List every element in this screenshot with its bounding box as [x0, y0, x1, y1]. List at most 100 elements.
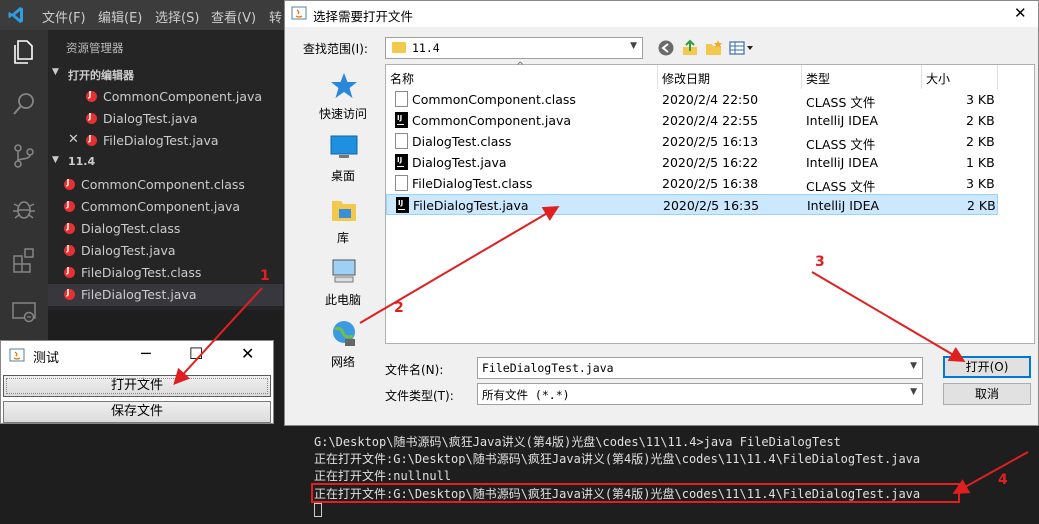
file-row-selected[interactable]: FileDialogTest.java 2020/2/5 16:35 Intelli…: [386, 194, 998, 215]
java-logo-icon: [9, 348, 25, 362]
file-date: 2020/2/4 22:50: [662, 92, 759, 107]
file-row[interactable]: DialogTest.class 2020/2/5 16:13 CLASS 文件 2 …: [386, 131, 998, 152]
file-type: CLASS 文件: [806, 137, 876, 152]
place-quick-access[interactable]: 快速访问: [303, 67, 383, 127]
folder-file-item[interactable]: DialogTest.class: [48, 218, 283, 240]
test-window: 测试 ─ ☐ ✕ 打开文件 保存文件: [0, 340, 274, 424]
folder-file-item[interactable]: DialogTest.java: [48, 240, 283, 262]
terminal-line: 正在打开文件:G:\Desktop\随书源码\疯狂Java讲义(第4版)光盘\c…: [314, 452, 921, 466]
new-folder-icon[interactable]: [705, 39, 723, 57]
close-icon[interactable]: ✕: [68, 132, 79, 147]
java-file-icon: [64, 288, 75, 300]
terminal-cursor: [314, 503, 322, 517]
open-editor-item[interactable]: CommonComponent.java: [48, 86, 283, 108]
file-type: IntelliJ IDEA: [806, 113, 879, 128]
place-this-pc[interactable]: 此电脑: [303, 253, 383, 313]
place-network[interactable]: 网络: [303, 315, 383, 375]
file-row[interactable]: CommonComponent.java 2020/2/4 22:55 Intell…: [386, 110, 998, 131]
file-row[interactable]: DialogTest.java 2020/2/5 16:22 IntelliJ ID…: [386, 152, 998, 173]
java-logo-icon: [291, 6, 307, 20]
file-type: CLASS 文件: [806, 179, 876, 194]
folder-icon: [392, 42, 406, 53]
folder-file-item-selected[interactable]: FileDialogTest.java: [48, 284, 283, 306]
file-list[interactable]: 名称 ^ 修改日期 类型 大小 CommonComponent.class 202…: [385, 61, 1035, 344]
chevron-down-icon: ▼: [52, 67, 59, 77]
filetype-select[interactable]: 所有文件 (*.*) ▼: [477, 383, 923, 405]
menu-selection[interactable]: 选择(S): [155, 7, 199, 26]
annotation-number-4: 4: [998, 472, 1008, 488]
column-header-size[interactable]: 大小: [922, 65, 998, 89]
folder-header[interactable]: ▼ 11.4: [48, 152, 283, 172]
computer-icon: [332, 259, 356, 283]
file-name: FileDialogTest.java: [413, 198, 529, 213]
places-bar: 快速访问 桌面 库 此电脑 网络: [303, 63, 383, 383]
file-name: CommonComponent.class: [412, 92, 576, 107]
file-row[interactable]: FileDialogTest.class 2020/2/5 16:38 CLASS …: [386, 173, 998, 194]
save-file-button[interactable]: 保存文件: [3, 401, 271, 423]
filename-label: 文件名(N):: [385, 363, 444, 377]
terminal-panel[interactable]: G:\Desktop\随书源码\疯狂Java讲义(第4版)光盘\codes\11…: [300, 428, 1039, 524]
cancel-button[interactable]: 取消: [943, 383, 1031, 405]
activity-bar: [0, 30, 48, 340]
look-in-label: 查找范围(I):: [303, 42, 368, 56]
folder-file-item[interactable]: FileDialogTest.class: [48, 262, 283, 284]
library-icon: [332, 201, 356, 221]
source-control-icon[interactable]: [10, 142, 38, 170]
close-icon[interactable]: ✕: [241, 344, 254, 363]
annotation-number-1: 1: [260, 268, 270, 284]
file-size: 3 KB: [966, 176, 995, 191]
up-folder-icon[interactable]: [681, 39, 699, 57]
explorer-title: 资源管理器: [66, 41, 124, 55]
close-icon[interactable]: ✕: [1014, 4, 1027, 22]
file-date: 2020/2/5 16:35: [663, 198, 760, 213]
menu-view[interactable]: 查看(V): [211, 7, 256, 26]
terminal-line: 正在打开文件:nullnull: [314, 469, 452, 483]
open-editor-item[interactable]: DialogTest.java: [48, 108, 283, 130]
minimize-icon[interactable]: ─: [141, 344, 151, 363]
open-button[interactable]: 打开(O): [943, 356, 1031, 378]
star-icon: [331, 73, 357, 98]
java-file-icon: [64, 200, 75, 212]
back-icon[interactable]: [657, 39, 675, 57]
annotation-number-3: 3: [815, 254, 825, 270]
menu-edit[interactable]: 编辑(E): [98, 7, 142, 26]
java-file-icon: [64, 266, 75, 278]
intellij-file-icon: [395, 154, 408, 170]
file-date: 2020/2/5 16:38: [662, 176, 759, 191]
remote-explorer-icon[interactable]: [10, 298, 38, 326]
view-menu-icon[interactable]: [729, 39, 755, 57]
place-desktop[interactable]: 桌面: [303, 129, 383, 189]
open-file-button[interactable]: 打开文件: [3, 375, 271, 397]
file-date: 2020/2/4 22:55: [662, 113, 759, 128]
explorer-icon[interactable]: [10, 38, 38, 66]
filename-input[interactable]: FileDialogTest.java ▼: [477, 357, 923, 379]
file-name: DialogTest.java: [412, 155, 507, 170]
java-file-icon: [86, 134, 97, 146]
place-library[interactable]: 库: [303, 191, 383, 251]
search-icon[interactable]: [10, 90, 38, 118]
look-in-select[interactable]: 11.4 ▼: [385, 37, 643, 59]
java-file-icon: [64, 178, 75, 190]
column-header-date[interactable]: 修改日期: [658, 65, 802, 89]
debug-icon[interactable]: [10, 194, 38, 222]
file-size: 2 KB: [966, 113, 995, 128]
folder-file-item[interactable]: CommonComponent.java: [48, 196, 283, 218]
file-size: 1 KB: [966, 155, 995, 170]
open-editor-item-active[interactable]: ✕ FileDialogTest.java: [48, 130, 283, 152]
dialog-titlebar: 选择需要打开文件 ✕: [285, 1, 1038, 27]
class-file-icon: [395, 91, 408, 107]
open-editors-header[interactable]: ▼ 打开的编辑器: [48, 64, 283, 84]
file-date: 2020/2/5 16:13: [662, 134, 759, 149]
folder-file-item[interactable]: CommonComponent.class: [48, 174, 283, 196]
extensions-icon[interactable]: [10, 246, 38, 274]
menu-go[interactable]: 转: [269, 7, 282, 26]
column-header-type[interactable]: 类型: [802, 65, 922, 89]
class-file-icon: [395, 175, 408, 191]
maximize-icon[interactable]: ☐: [189, 344, 203, 363]
test-window-title: 测试: [33, 351, 60, 366]
chevron-down-icon: ▼: [630, 41, 637, 51]
file-row[interactable]: CommonComponent.class 2020/2/4 22:50 CLASS…: [386, 89, 998, 110]
menu-file[interactable]: 文件(F): [42, 7, 86, 26]
intellij-file-icon: [395, 112, 408, 128]
dialog-title: 选择需要打开文件: [313, 9, 414, 24]
